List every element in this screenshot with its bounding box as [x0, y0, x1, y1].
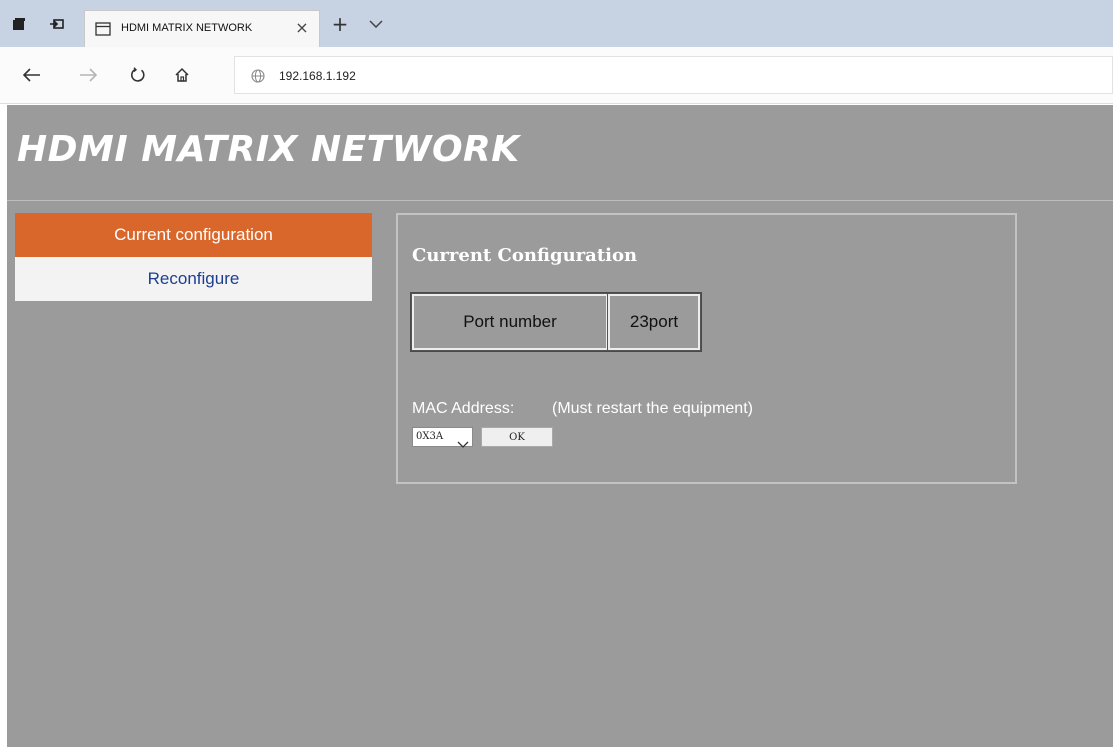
close-icon[interactable]: ×: [293, 19, 311, 37]
port-number-label: Port number: [411, 293, 609, 351]
browser-tab[interactable]: HDMI MATRIX NETWORK ×: [84, 10, 320, 47]
back-icon[interactable]: [22, 65, 42, 85]
ok-button[interactable]: OK: [481, 427, 553, 447]
refresh-icon[interactable]: [128, 65, 148, 85]
url-text: 192.168.1.192: [279, 69, 356, 83]
configuration-panel: Current Configuration Port number 23port…: [396, 213, 1017, 484]
mac-address-select[interactable]: 0X3A: [412, 427, 473, 448]
page-header: HDMI MATRIX NETWORK: [7, 105, 1113, 201]
side-menu: Current configuration Reconfigure: [15, 213, 372, 301]
web-page: HDMI MATRIX NETWORK Current configuratio…: [7, 105, 1113, 747]
panel-heading: Current Configuration: [412, 245, 638, 266]
page-title: HDMI MATRIX NETWORK: [17, 129, 520, 170]
menu-item-current-configuration[interactable]: Current configuration: [15, 213, 372, 257]
port-table: Port number 23port: [410, 292, 702, 352]
browser-toolbar: 192.168.1.192: [0, 47, 1113, 104]
port-number-value: 23port: [607, 293, 701, 351]
chevron-down-icon[interactable]: [366, 14, 386, 34]
page-icon: [95, 21, 111, 37]
browser-tab-strip: HDMI MATRIX NETWORK × +: [0, 0, 1113, 47]
mac-address-label: MAC Address:: [412, 400, 515, 417]
plus-icon[interactable]: +: [330, 14, 350, 34]
tab-switch-icon[interactable]: [48, 15, 66, 33]
tab-title: HDMI MATRIX NETWORK: [121, 22, 253, 34]
globe-icon: [251, 68, 267, 84]
address-bar[interactable]: 192.168.1.192: [234, 56, 1113, 94]
home-icon[interactable]: [172, 65, 192, 85]
chevron-down-icon: [457, 434, 469, 448]
forward-icon[interactable]: [78, 65, 98, 85]
menu-item-reconfigure[interactable]: Reconfigure: [15, 257, 372, 301]
tab-actions-icon[interactable]: [10, 15, 28, 33]
mac-address-selected: 0X3A: [416, 431, 444, 442]
restart-note: (Must restart the equipment): [552, 400, 753, 417]
